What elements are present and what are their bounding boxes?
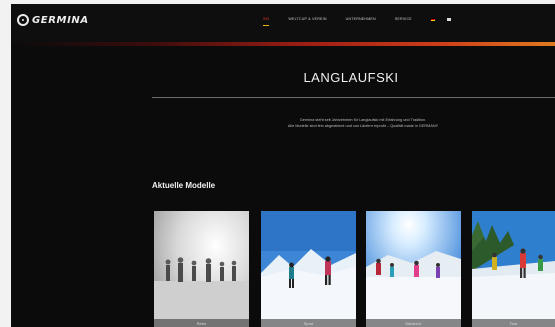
card-caption-kinder: Kinder/Jr — [405, 321, 422, 326]
model-card-tour[interactable]: Tour — [472, 211, 555, 327]
model-photo-tour — [472, 211, 555, 327]
intro-text: Germina steht seit Jahrzehnten für Langl… — [249, 117, 477, 129]
model-photo-kinder — [366, 211, 461, 327]
language-de-flag-icon[interactable] — [430, 17, 435, 21]
nav-item-ski[interactable]: SKI — [263, 17, 270, 26]
nav-item-service[interactable]: SERVICE — [395, 17, 412, 21]
title-divider — [152, 97, 555, 98]
main-navigation: SKI WELTCUP & VEREIN UNTERNEHMEN SERVICE — [263, 17, 463, 26]
logo-icon — [17, 14, 29, 26]
card-caption-sport: Sport — [303, 321, 314, 326]
model-card-kinder[interactable]: Kinder/Jr — [366, 211, 461, 327]
card-caption-retro: Retro — [196, 321, 207, 326]
nav-item-weltcup-verein[interactable]: WELTCUP & VEREIN — [288, 17, 326, 21]
logo-text: GERMINA — [32, 14, 89, 26]
language-en-flag-icon[interactable] — [446, 17, 451, 21]
model-photo-sport — [261, 211, 356, 327]
site-header: GERMINA SKI WELTCUP & VEREIN UNTERNEHMEN… — [11, 4, 555, 42]
card-caption-tour: Tour — [509, 321, 518, 326]
browser-viewport: GERMINA SKI WELTCUP & VEREIN UNTERNEHMEN… — [11, 4, 555, 327]
section-heading-models: Aktuelle Modelle — [152, 181, 216, 190]
nav-item-unternehmen[interactable]: UNTERNEHMEN — [346, 17, 376, 21]
germina-logo[interactable]: GERMINA — [17, 14, 89, 26]
intro-line-2: Alle Modelle sind fein abgestimmt und vo… — [287, 124, 439, 128]
header-gradient-bar — [11, 42, 555, 46]
model-card-retro[interactable]: Retro — [154, 211, 249, 327]
model-photo-retro — [154, 211, 249, 327]
page-title: LANGLAUFSKI — [303, 70, 399, 85]
model-card-sport[interactable]: Sport — [261, 211, 356, 327]
